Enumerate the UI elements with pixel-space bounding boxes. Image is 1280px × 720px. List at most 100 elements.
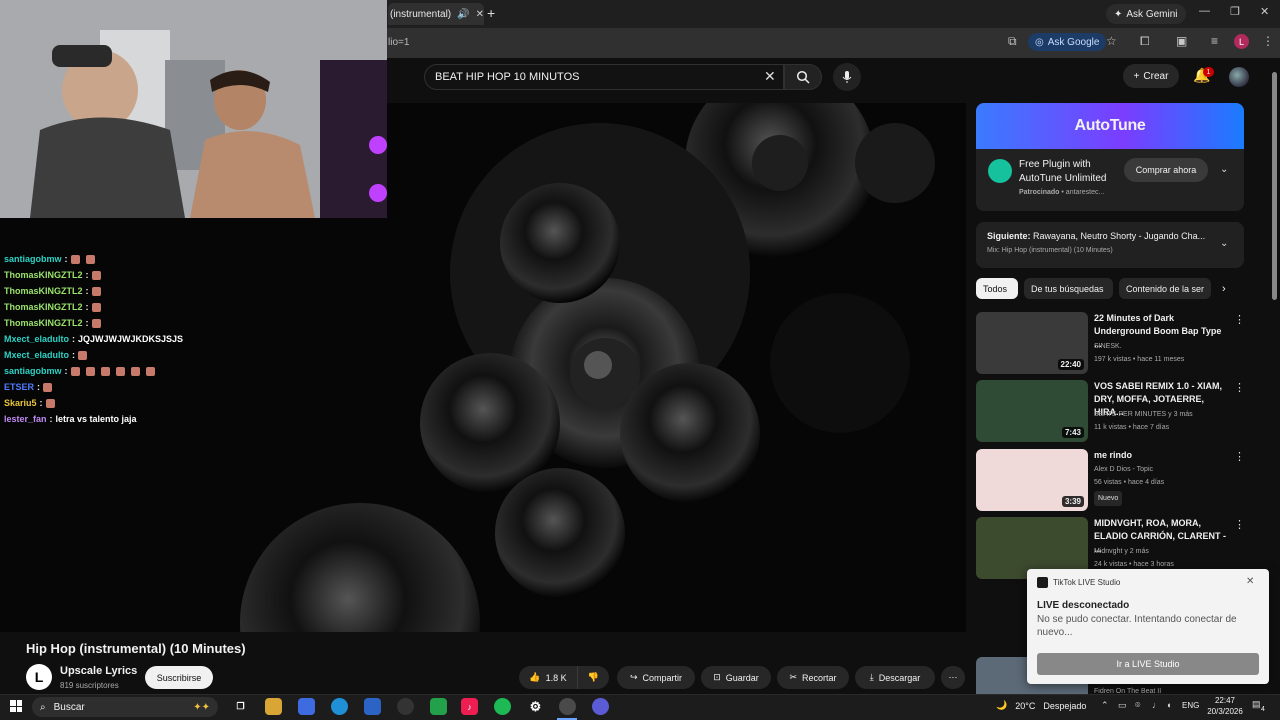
buy-now-button[interactable]: Comprar ahora [1124, 158, 1208, 182]
task-view-icon[interactable]: ❐ [232, 698, 249, 715]
spotify-icon[interactable] [494, 698, 511, 715]
restore-icon[interactable]: ❐ [1230, 5, 1240, 18]
chat-username[interactable]: Mxect_eladulto [4, 334, 69, 344]
save-label: Guardar [725, 672, 759, 683]
voice-search-button[interactable] [833, 63, 861, 91]
microphone-tray-icon[interactable]: ♩ [1152, 700, 1161, 710]
discord-icon[interactable] [592, 698, 609, 715]
thumbs-down-icon: 👎 [587, 672, 600, 682]
moon-icon: 🌙 [996, 700, 1008, 710]
bookmark-star-icon[interactable]: ☆ [1106, 34, 1117, 48]
chat-username[interactable]: Skariu5 [4, 398, 37, 408]
edge-icon[interactable] [331, 698, 348, 715]
youtube-account-avatar[interactable] [1229, 67, 1249, 87]
chat-username[interactable]: santiagobmw [4, 254, 62, 264]
speaker-icon[interactable]: 🔊 [457, 9, 469, 20]
more-vertical-icon[interactable]: ⋮ [1234, 518, 1245, 531]
chat-username[interactable]: ThomasKINGZTL2 [4, 318, 83, 328]
minimize-icon[interactable]: — [1199, 5, 1210, 17]
chat-username[interactable]: ThomasKINGZTL2 [4, 270, 83, 280]
chip-series-content[interactable]: Contenido de la ser [1119, 278, 1211, 299]
notification-center-icon[interactable]: ▤ [1252, 699, 1261, 710]
channel-name[interactable]: Upscale Lyrics [60, 665, 137, 677]
close-icon[interactable]: ✕ [1246, 576, 1254, 587]
settings-gear-icon[interactable]: ⚙ [527, 698, 544, 715]
expand-chevron-icon[interactable]: ⌄ [1220, 238, 1228, 249]
more-vertical-icon[interactable]: ⋮ [1234, 313, 1245, 326]
menu-kebab-icon[interactable]: ⋮ [1262, 34, 1274, 48]
more-vertical-icon[interactable]: ⋮ [1234, 381, 1245, 394]
file-explorer-icon[interactable] [265, 698, 282, 715]
video-thumbnail[interactable]: 3:39 [976, 449, 1088, 511]
copilot-icon[interactable] [298, 698, 315, 715]
profile-avatar[interactable]: L [1234, 34, 1249, 49]
chat-username[interactable]: lester_fan [4, 414, 47, 424]
rec-channel: BEATS PER MINUTES y 3 más [1094, 411, 1193, 418]
chat-username[interactable]: ThomasKINGZTL2 [4, 286, 83, 296]
tiktok-live-icon[interactable]: ♪ [461, 698, 478, 715]
obs-icon[interactable] [397, 698, 414, 715]
create-button[interactable]: + Crear [1123, 64, 1179, 88]
rec-title[interactable]: me rindo [1094, 449, 1230, 462]
chevron-right-icon[interactable]: › [1222, 283, 1226, 295]
open-live-studio-button[interactable]: Ir a LIVE Studio [1037, 653, 1259, 675]
like-button[interactable]: 👍 1.8 K [519, 666, 577, 689]
chevron-down-icon[interactable]: ⌄ [1220, 164, 1228, 175]
clip-button[interactable]: ✂ Recortar [777, 666, 849, 689]
store-icon[interactable] [430, 698, 447, 715]
chat-separator: : [85, 302, 89, 312]
ask-google-button[interactable]: ◎ Ask Google [1028, 33, 1107, 51]
reading-list-icon[interactable]: ≡ [1211, 34, 1218, 48]
url-text[interactable]: lio=1 [388, 37, 409, 48]
next-up-panel[interactable] [976, 222, 1244, 268]
weather-widget[interactable]: 🌙 20°C Despejado [996, 700, 1086, 711]
clock[interactable]: 22:47 20/3/2026 [1205, 695, 1245, 717]
scrollbar-thumb[interactable] [1272, 72, 1277, 300]
chat-username[interactable]: Mxect_eladulto [4, 350, 69, 360]
chat-text: JQJWJWJWJKDKSJSJS [78, 334, 184, 344]
chat-username[interactable]: santiagobmw [4, 366, 62, 376]
network-icon[interactable]: ⌾ [1135, 700, 1140, 711]
extensions-icon[interactable]: ⧠ [1140, 34, 1150, 49]
chat-separator: : [85, 270, 89, 280]
close-tab-icon[interactable]: ✕ [476, 9, 484, 20]
subscribe-button[interactable]: Suscribirse [145, 666, 213, 689]
ad-banner[interactable]: AutoTune [976, 103, 1244, 149]
windows-start-icon[interactable] [10, 700, 22, 712]
new-tab-button[interactable]: + [487, 5, 495, 21]
chat-separator: : [72, 350, 76, 360]
ask-gemini-label: Ask Gemini [1126, 8, 1178, 20]
search-input[interactable]: BEAT HIP HOP 10 MINUTOS [424, 64, 784, 90]
tray-app-icon[interactable]: ▭ [1118, 700, 1127, 711]
clear-search-icon[interactable]: ✕ [764, 68, 776, 85]
chat-username[interactable]: ThomasKINGZTL2 [4, 302, 83, 312]
chrome-icon[interactable] [559, 698, 576, 715]
ad-title[interactable]: Free Plugin with AutoTune Unlimited [1019, 158, 1127, 186]
outlook-icon[interactable] [364, 698, 381, 715]
save-button[interactable]: ⊡ Guardar [701, 666, 771, 689]
chip-all[interactable]: Todos [976, 278, 1018, 299]
share-button[interactable]: ↪ Compartir [617, 666, 695, 689]
split-view-icon[interactable]: ▣ [1176, 34, 1187, 48]
rec-stats: 11 k vistas • hace 7 días [1094, 424, 1170, 431]
video-thumbnail[interactable]: 22:40 [976, 312, 1088, 374]
volume-icon[interactable]: ◖ [1166, 700, 1171, 710]
ask-gemini-button[interactable]: ✦ Ask Gemini [1106, 4, 1186, 24]
tray-overflow-icon[interactable]: ⌃ [1101, 700, 1109, 711]
more-actions-button[interactable]: ⋯ [941, 666, 965, 689]
chat-username[interactable]: ETSER [4, 382, 34, 392]
chat-emote-icon [45, 398, 55, 408]
input-language[interactable]: ENG [1182, 701, 1199, 710]
video-thumbnail[interactable]: 7:43 [976, 380, 1088, 442]
channel-avatar[interactable]: L [26, 664, 52, 690]
search-button[interactable] [784, 64, 822, 90]
cast-icon[interactable]: ⧉ [1008, 34, 1017, 49]
download-button[interactable]: ⤓ Descargar [855, 666, 935, 689]
notification-count-badge: 1 [1203, 67, 1214, 77]
more-vertical-icon[interactable]: ⋮ [1234, 450, 1245, 463]
chip-from-searches[interactable]: De tus búsquedas [1024, 278, 1113, 299]
taskbar-search[interactable]: ⌕ Buscar ✦✦ [32, 697, 218, 717]
dislike-button[interactable]: 👎 [577, 666, 609, 689]
browser-tab-active[interactable]: (instrumental) 🔊 ✕ [388, 3, 484, 25]
close-window-icon[interactable]: ✕ [1260, 5, 1269, 18]
